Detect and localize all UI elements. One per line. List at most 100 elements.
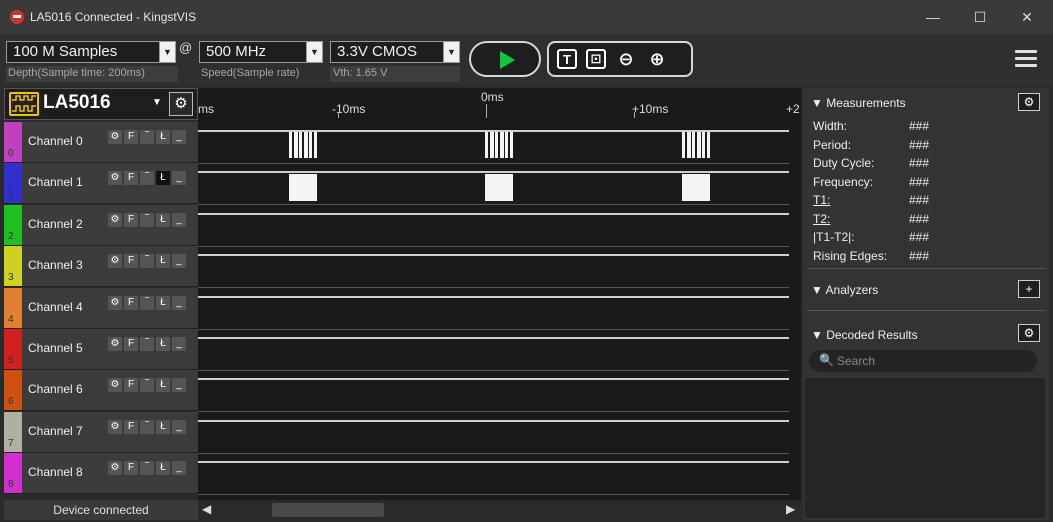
- measurements-settings-button[interactable]: ⚙: [1018, 93, 1040, 111]
- rising-edge-trigger-icon[interactable]: F: [124, 130, 138, 144]
- channel-settings-icon[interactable]: ⚙: [108, 212, 122, 227]
- channel-settings-icon[interactable]: ⚙: [108, 295, 122, 310]
- channel-settings-icon[interactable]: ⚙: [108, 337, 122, 351]
- measurement-row[interactable]: T2: ###: [813, 212, 1013, 226]
- channel-row[interactable]: 1 Channel 1 ⚙ F ‾ Ł _: [4, 163, 198, 205]
- rising-edge-trigger-icon[interactable]: F: [124, 212, 138, 227]
- high-level-trigger-icon[interactable]: ‾: [140, 254, 154, 269]
- channel-name[interactable]: Channel 2: [28, 217, 83, 231]
- channel-settings-icon[interactable]: ⚙: [108, 171, 122, 186]
- low-level-trigger-icon[interactable]: _: [172, 130, 186, 144]
- falling-edge-trigger-icon[interactable]: Ł: [156, 130, 170, 144]
- channel-settings-icon[interactable]: ⚙: [108, 419, 122, 434]
- channel-settings-icon[interactable]: ⚙: [108, 254, 122, 269]
- low-level-trigger-icon[interactable]: _: [172, 419, 186, 434]
- low-level-trigger-icon[interactable]: _: [172, 254, 186, 269]
- channel-name[interactable]: Channel 1: [28, 175, 83, 189]
- high-level-trigger-icon[interactable]: ‾: [140, 295, 154, 310]
- rising-edge-trigger-icon[interactable]: F: [124, 337, 138, 351]
- high-level-trigger-icon[interactable]: ‾: [140, 337, 154, 351]
- channel-color-swatch[interactable]: 5: [4, 329, 22, 369]
- decoded-settings-button[interactable]: ⚙: [1018, 324, 1040, 342]
- zoom-in-icon[interactable]: ⊕: [646, 48, 668, 70]
- scroll-left-icon[interactable]: ◀: [202, 502, 211, 516]
- zoom-fit-icon[interactable]: ⊡: [586, 49, 606, 69]
- falling-edge-trigger-icon[interactable]: Ł: [156, 461, 170, 476]
- channel-row[interactable]: 0 Channel 0 ⚙ F ‾ Ł _: [4, 122, 198, 163]
- channel-name[interactable]: Channel 6: [28, 382, 83, 396]
- zoom-out-icon[interactable]: ⊖: [615, 48, 637, 70]
- scroll-thumb[interactable]: [272, 503, 384, 517]
- channel-name[interactable]: Channel 3: [28, 258, 83, 272]
- channel-row[interactable]: 7 Channel 7 ⚙ F ‾ Ł _: [4, 411, 198, 453]
- horizontal-scrollbar[interactable]: ◀ ▶: [198, 500, 801, 520]
- measurement-row[interactable]: T1: ###: [813, 193, 1013, 207]
- maximize-button[interactable]: ☐: [957, 0, 1003, 34]
- low-level-trigger-icon[interactable]: _: [172, 212, 186, 227]
- chevron-down-icon[interactable]: ▼: [152, 97, 162, 108]
- high-level-trigger-icon[interactable]: ‾: [140, 212, 154, 227]
- falling-edge-trigger-icon[interactable]: Ł: [156, 254, 170, 269]
- depth-select[interactable]: 100 M Samples ▼: [6, 41, 176, 63]
- decoded-results-list[interactable]: [805, 378, 1045, 518]
- channel-color-swatch[interactable]: 0: [4, 122, 22, 162]
- search-input[interactable]: 🔍 Search: [809, 350, 1037, 372]
- channel-row[interactable]: 2 Channel 2 ⚙ F ‾ Ł _: [4, 204, 198, 246]
- channel-color-swatch[interactable]: 2: [4, 204, 22, 245]
- channel-color-swatch[interactable]: 1: [4, 163, 22, 204]
- high-level-trigger-icon[interactable]: ‾: [140, 461, 154, 476]
- channel-name[interactable]: Channel 5: [28, 341, 83, 355]
- low-level-trigger-icon[interactable]: _: [172, 461, 186, 476]
- falling-edge-trigger-icon[interactable]: Ł: [156, 295, 170, 310]
- channel-color-swatch[interactable]: 3: [4, 246, 22, 287]
- rising-edge-trigger-icon[interactable]: F: [124, 295, 138, 310]
- rising-edge-trigger-icon[interactable]: F: [124, 171, 138, 186]
- channel-row[interactable]: 5 Channel 5 ⚙ F ‾ Ł _: [4, 329, 198, 370]
- channel-name[interactable]: Channel 4: [28, 300, 83, 314]
- falling-edge-trigger-icon[interactable]: Ł: [156, 378, 170, 393]
- measurements-header[interactable]: ▼ Measurements: [811, 96, 906, 110]
- rising-edge-trigger-icon[interactable]: F: [124, 419, 138, 434]
- logic-level-select[interactable]: 3.3V CMOS ▼: [330, 41, 460, 63]
- speed-select[interactable]: 500 MHz ▼: [199, 41, 323, 63]
- low-level-trigger-icon[interactable]: _: [172, 337, 186, 351]
- decoded-results-header[interactable]: ▼ Decoded Results: [811, 328, 918, 342]
- channel-settings-icon[interactable]: ⚙: [108, 130, 122, 144]
- low-level-trigger-icon[interactable]: _: [172, 171, 186, 186]
- falling-edge-trigger-icon[interactable]: Ł: [156, 212, 170, 227]
- chevron-down-icon[interactable]: ▼: [159, 42, 175, 62]
- channel-row[interactable]: 8 Channel 8 ⚙ F ‾ Ł _: [4, 453, 198, 495]
- rising-edge-trigger-icon[interactable]: F: [124, 378, 138, 393]
- channel-color-swatch[interactable]: 7: [4, 411, 22, 452]
- falling-edge-trigger-icon[interactable]: Ł: [156, 419, 170, 434]
- device-name[interactable]: LA5016: [43, 92, 111, 114]
- falling-edge-trigger-icon[interactable]: Ł: [156, 171, 170, 186]
- rising-edge-trigger-icon[interactable]: F: [124, 254, 138, 269]
- high-level-trigger-icon[interactable]: ‾: [140, 130, 154, 144]
- analyzers-header[interactable]: ▼ Analyzers: [811, 283, 878, 297]
- channel-name[interactable]: Channel 7: [28, 424, 83, 438]
- low-level-trigger-icon[interactable]: _: [172, 295, 186, 310]
- channel-name[interactable]: Channel 0: [28, 134, 83, 148]
- high-level-trigger-icon[interactable]: ‾: [140, 378, 154, 393]
- low-level-trigger-icon[interactable]: _: [172, 378, 186, 393]
- channel-row[interactable]: 6 Channel 6 ⚙ F ‾ Ł _: [4, 370, 198, 412]
- high-level-trigger-icon[interactable]: ‾: [140, 171, 154, 186]
- channel-settings-icon[interactable]: ⚙: [108, 461, 122, 476]
- start-capture-button[interactable]: [469, 41, 541, 77]
- main-menu-button[interactable]: [1015, 50, 1037, 71]
- chevron-down-icon[interactable]: ▼: [306, 42, 322, 62]
- trigger-cursor-icon[interactable]: T: [557, 49, 577, 69]
- add-analyzer-button[interactable]: +: [1018, 280, 1040, 298]
- device-settings-button[interactable]: ⚙: [169, 92, 193, 116]
- minimize-button[interactable]: —: [910, 0, 956, 34]
- channel-name[interactable]: Channel 8: [28, 465, 83, 479]
- channel-color-swatch[interactable]: 4: [4, 287, 22, 328]
- chevron-down-icon[interactable]: ▼: [443, 42, 459, 62]
- rising-edge-trigger-icon[interactable]: F: [124, 461, 138, 476]
- scroll-right-icon[interactable]: ▶: [786, 502, 795, 516]
- waveform-view[interactable]: ms -10ms 0ms +10ms +2: [198, 88, 997, 500]
- channel-settings-icon[interactable]: ⚙: [108, 378, 122, 393]
- channel-color-swatch[interactable]: 6: [4, 370, 22, 411]
- falling-edge-trigger-icon[interactable]: Ł: [156, 337, 170, 351]
